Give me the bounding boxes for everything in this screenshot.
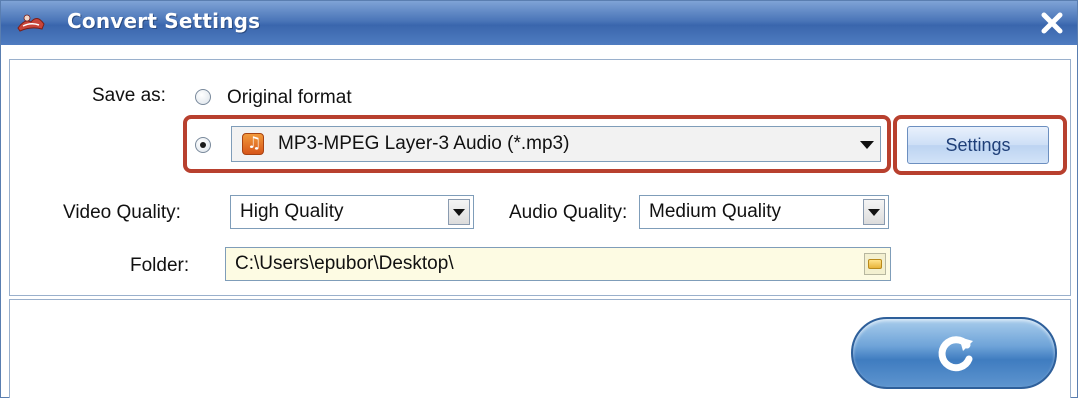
folder-path-value: C:\Users\epubor\Desktop\ <box>235 253 454 274</box>
music-note-icon <box>242 133 264 155</box>
output-format-value: MP3-MPEG Layer-3 Audio (*.mp3) <box>278 133 570 154</box>
audio-quality-dropdown-button[interactable] <box>863 199 885 225</box>
chevron-down-icon <box>453 209 465 216</box>
custom-format-radio[interactable] <box>195 137 211 153</box>
settings-button[interactable]: Settings <box>907 126 1049 164</box>
folder-browse-icon[interactable] <box>864 253 886 275</box>
original-format-radio[interactable] <box>195 89 211 105</box>
video-quality-value: High Quality <box>240 201 344 222</box>
video-quality-select[interactable]: High Quality <box>230 195 474 229</box>
chevron-down-icon <box>868 209 880 216</box>
app-logo-icon <box>17 14 45 32</box>
video-quality-label: Video Quality: <box>63 202 181 223</box>
convert-settings-dialog: Convert Settings Save as: Original forma… <box>0 0 1078 398</box>
refresh-arrow-icon <box>938 336 973 372</box>
original-format-label[interactable]: Original format <box>227 87 352 109</box>
convert-button[interactable] <box>851 317 1057 389</box>
audio-quality-select[interactable]: Medium Quality <box>639 195 889 229</box>
title-bar: Convert Settings <box>1 1 1077 45</box>
video-quality-dropdown-button[interactable] <box>448 199 470 225</box>
window-title: Convert Settings <box>67 9 261 33</box>
folder-path-input[interactable]: C:\Users\epubor\Desktop\ <box>225 247 891 281</box>
folder-label: Folder: <box>130 255 190 276</box>
audio-quality-value: Medium Quality <box>649 201 781 222</box>
close-icon[interactable] <box>1037 8 1067 38</box>
save-as-label: Save as: <box>92 85 166 106</box>
output-format-dropdown[interactable]: MP3-MPEG Layer-3 Audio (*.mp3) <box>231 126 881 162</box>
audio-quality-label: Audio Quality: <box>509 202 628 223</box>
chevron-down-icon[interactable] <box>860 141 874 149</box>
